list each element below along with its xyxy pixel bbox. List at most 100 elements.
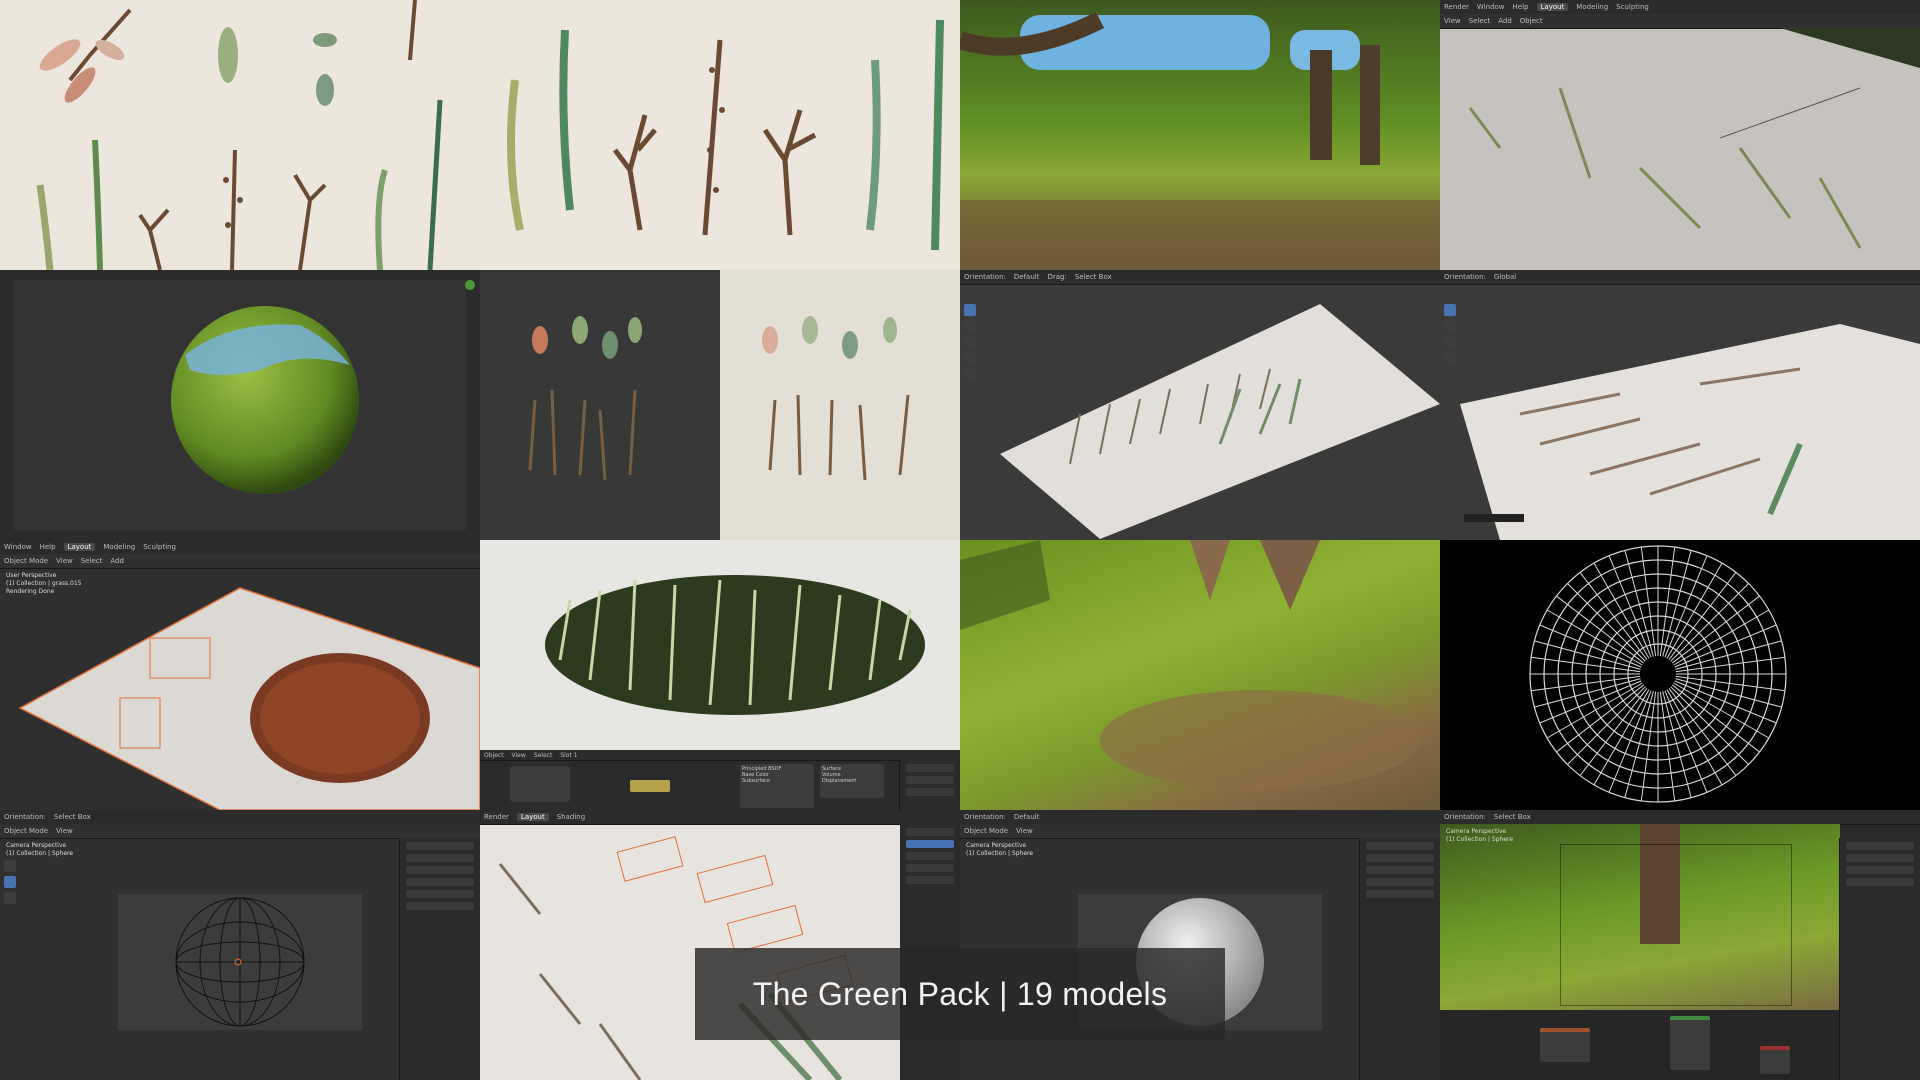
menu-select[interactable]: Select (1469, 17, 1491, 25)
mesh-spoke (1556, 595, 1645, 664)
menu-view-2[interactable]: View (56, 557, 73, 565)
tab-sculpting[interactable]: Sculpting (1616, 3, 1649, 11)
node-menu-view[interactable]: View (512, 752, 526, 759)
viewport-header: View Select Add Object (1440, 14, 1920, 29)
grass-closeup-viewport: Render Window Help Layout Modeling Sculp… (1440, 0, 1920, 270)
menu-render-3[interactable]: Render (484, 813, 509, 821)
node-menu-select[interactable]: Select (534, 752, 553, 759)
grass-closeup-scene (1468, 28, 1920, 249)
camera-collection-label-3: (1) Collection | Sphere (1446, 836, 1514, 843)
properties-panel (399, 838, 480, 1080)
mesh-spoke (1567, 686, 1646, 765)
mode-select[interactable]: Object Mode (4, 557, 48, 565)
top-menu-bar-2: Window Help Layout Modeling Sculpting (0, 540, 480, 555)
camera-info-3: Camera Perspective (1) Collection | Sphe… (1446, 828, 1513, 844)
viewport-header-2: Orientation: Default Drag: Select Box (960, 270, 1440, 285)
menu-view-3[interactable]: View (56, 827, 73, 835)
viewport-header-10: Orientation: Select Box (1440, 810, 1920, 825)
menu-help[interactable]: Help (1513, 3, 1529, 11)
orientation-label-4: Orientation: (964, 813, 1006, 821)
properties-panel-2 (1359, 838, 1440, 1080)
viewport-header-4: Object Mode View Select Add (0, 554, 480, 569)
orientation-label-3: Orientation: (4, 813, 46, 821)
color-ramp-node[interactable] (630, 780, 670, 792)
tab-modeling-2[interactable]: Modeling (103, 543, 135, 551)
properties-panel-3 (1839, 838, 1920, 1080)
hand-painted-plants-sheet (0, 0, 960, 270)
drag-select-5[interactable]: Select Box (1494, 813, 1531, 821)
node-menu-object[interactable]: Object (484, 752, 504, 759)
viewport-header-5: Orientation: Select Box (0, 810, 480, 825)
mode-select-3[interactable]: Object Mode (964, 827, 1008, 835)
orientation-select[interactable]: Default (1014, 273, 1040, 281)
wire-sphere-viewport: Orientation: Select Box Object Mode View… (0, 810, 480, 1080)
transform-select[interactable]: Global (1494, 273, 1516, 281)
painted-forest-panorama (960, 0, 1440, 270)
menu-render[interactable]: Render (1444, 3, 1469, 11)
tab-shading[interactable]: Shading (557, 813, 585, 821)
image-node[interactable] (510, 766, 570, 802)
menu-window[interactable]: Window (1477, 3, 1505, 11)
mesh-spoke (1579, 572, 1648, 661)
polar-grid-mesh (1440, 540, 1920, 810)
top-menu-bar: Render Window Help Layout Modeling Sculp… (1440, 0, 1920, 15)
hdri-view: Camera Perspective (1) Collection | Sphe… (1440, 824, 1840, 1010)
menu-view-4[interactable]: View (1016, 827, 1033, 835)
slot-select[interactable]: Slot 1 (560, 752, 577, 759)
mode-select-2[interactable]: Object Mode (4, 827, 48, 835)
wire-sphere-scene (118, 894, 362, 1030)
mesh-spoke (1556, 684, 1645, 753)
drag-label: Drag: (1047, 273, 1067, 281)
drag-select[interactable]: Select Box (1075, 273, 1112, 281)
tab-layout-3[interactable]: Layout (516, 813, 549, 821)
sphere-render (171, 280, 475, 494)
drag-select-2[interactable]: Select Box (54, 813, 91, 821)
menu-window-2[interactable]: Window (4, 543, 32, 551)
bsdf-node[interactable]: Principled BSDF Base Color Subsurface (740, 764, 814, 808)
viewport-header-6: Object Mode View (0, 824, 480, 839)
title-banner: The Green Pack | 19 models (695, 948, 1225, 1040)
menu-object[interactable]: Object (1520, 17, 1543, 25)
node-editor-2 (1440, 1010, 1840, 1080)
forest-floor-scene (960, 540, 1420, 790)
output-node[interactable]: Surface Volume Displacement (820, 764, 884, 798)
mesh-spoke (1668, 687, 1737, 776)
mesh-spoke (1670, 583, 1749, 662)
polar-mesh (1529, 545, 1787, 803)
orientation-label-2: Orientation: (1444, 273, 1486, 281)
models-on-plane-1: Orientation: Default Drag: Select Box (960, 270, 1440, 540)
menu-select-2[interactable]: Select (81, 557, 103, 565)
hdri-sky-viewport: Orientation: Select Box Camera Perspecti… (1440, 810, 1920, 1080)
tab-sculpting-2[interactable]: Sculpting (143, 543, 176, 551)
plane-scene-2 (1460, 324, 1920, 540)
background-node[interactable] (1670, 1016, 1710, 1070)
pack-title: The Green Pack | 19 models (752, 975, 1168, 1012)
menu-help-2[interactable]: Help (40, 543, 56, 551)
mesh-spoke (1671, 684, 1760, 753)
viewport-header-3: Orientation: Global (1440, 270, 1920, 285)
viewport-header-9: Object Mode View (960, 824, 1440, 839)
menu-add-2[interactable]: Add (110, 557, 124, 565)
tab-modeling[interactable]: Modeling (1576, 3, 1608, 11)
plane-scene-1 (1000, 304, 1440, 539)
tab-layout[interactable]: Layout (1536, 3, 1569, 11)
forest-floor-painting (960, 540, 1440, 810)
menu-add[interactable]: Add (1498, 17, 1512, 25)
node-editor-header: Object View Select Slot 1 (480, 750, 960, 761)
orientation-select-4[interactable]: Default (1014, 813, 1040, 821)
models-on-plane-2: Orientation: Global (1440, 270, 1920, 540)
orientation-label-5: Orientation: (1444, 813, 1486, 821)
node-properties-panel (899, 760, 960, 810)
world-output-node[interactable] (1760, 1046, 1790, 1074)
orientation-label: Orientation: (964, 273, 1006, 281)
grass-patch-scene (480, 540, 960, 750)
menu-view[interactable]: View (1444, 17, 1461, 25)
particle-grass-selection: Window Help Layout Modeling Sculpting Ob… (0, 540, 480, 810)
viewport-header-7: Render Layout Shading (480, 810, 960, 825)
texture-node[interactable] (1540, 1028, 1590, 1062)
mesh-spoke (1670, 686, 1749, 765)
output-displacement: Displacement (822, 778, 857, 784)
tab-layout-2[interactable]: Layout (63, 543, 96, 551)
viewport-header-8: Orientation: Default (960, 810, 1440, 825)
painted-sphere-preview (0, 270, 480, 540)
